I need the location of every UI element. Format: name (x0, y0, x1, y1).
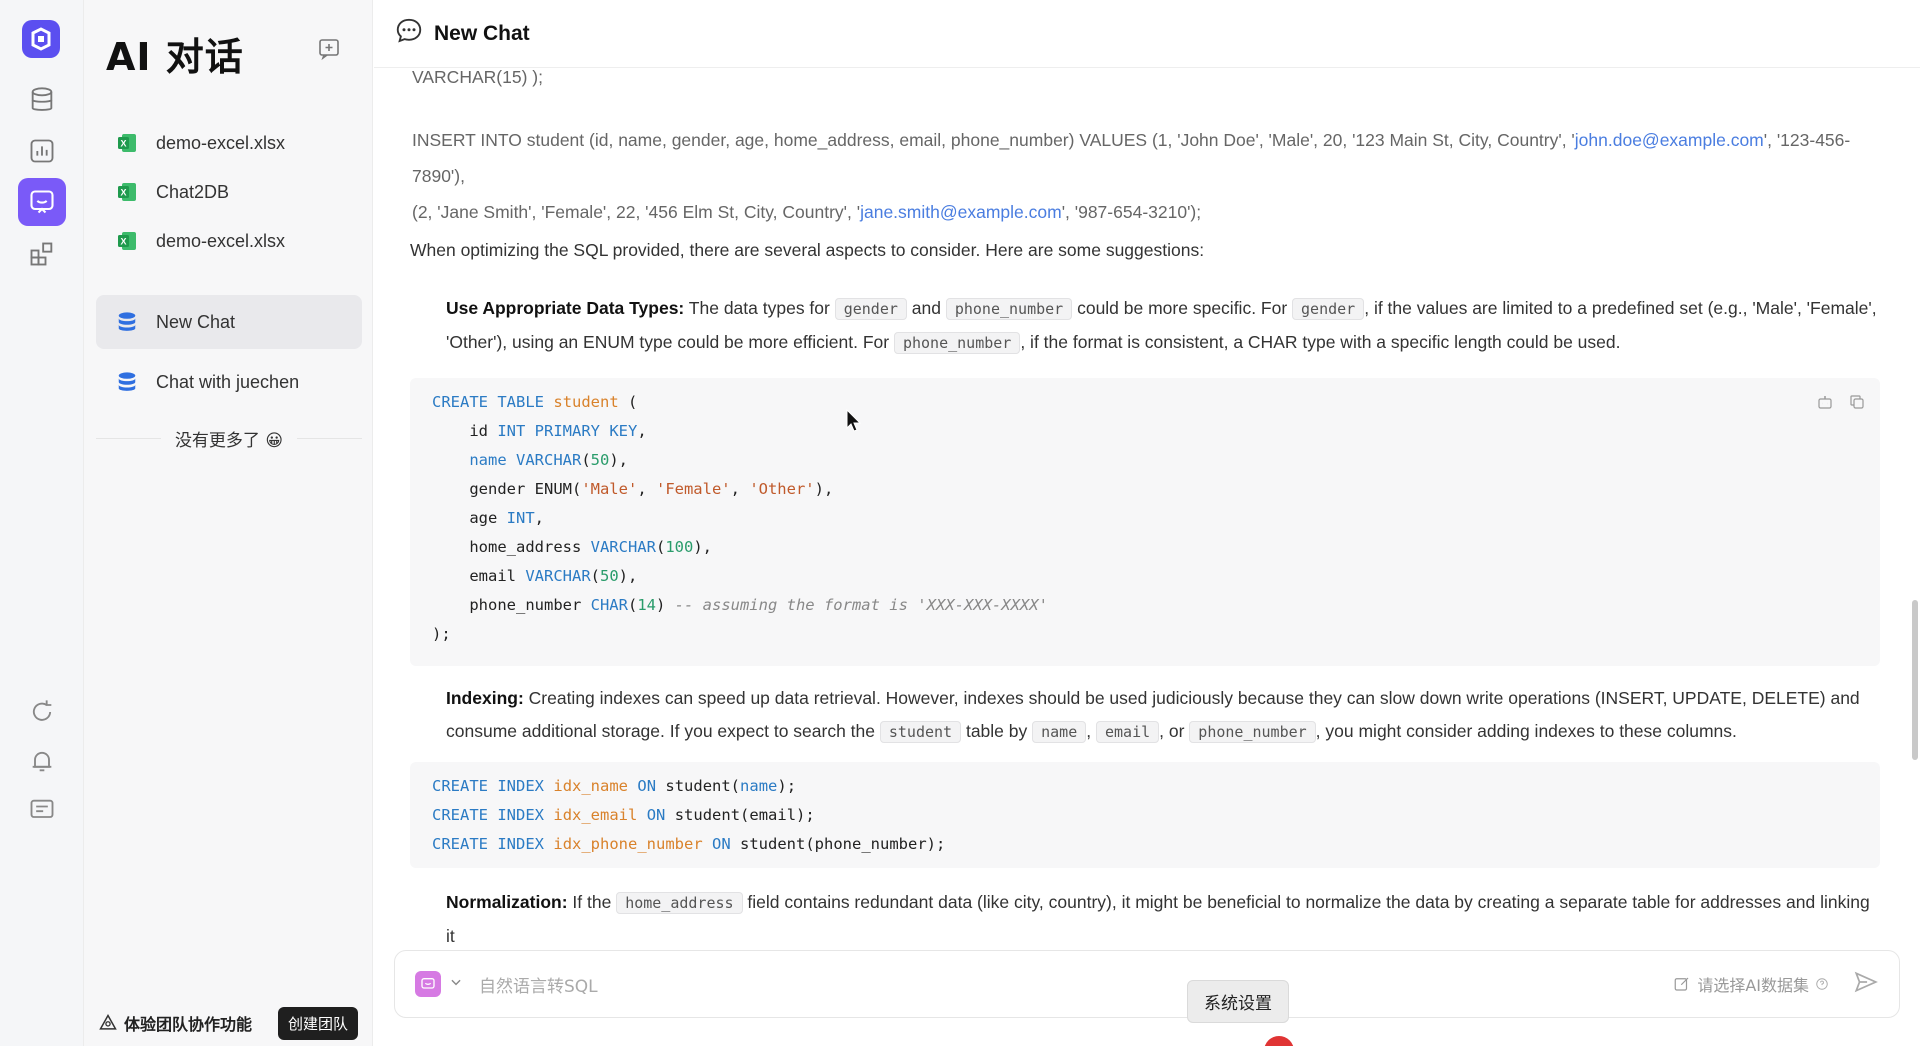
suggestion-title: Use Appropriate Data Types: (446, 298, 685, 318)
chat-input[interactable]: 自然语言转SQL (479, 972, 598, 997)
excel-icon: X (114, 179, 140, 205)
inline-code: name (1032, 721, 1087, 743)
excel-icon: X (114, 228, 140, 254)
datasource-label: 请选择AI数据集 (1697, 976, 1809, 995)
chart-icon[interactable] (18, 127, 66, 175)
feedback-icon[interactable] (18, 786, 66, 834)
email-link-1[interactable]: john.doe@example.com (1575, 130, 1764, 150)
insert-text: INSERT INTO student (id, name, gender, a… (412, 130, 1575, 150)
inline-code: phone_number (1189, 721, 1316, 743)
excel-icon: X (114, 130, 140, 156)
inline-code: gender (834, 298, 907, 320)
chat-header: New Chat (374, 0, 1920, 68)
email-link-2[interactable]: jane.smith@example.com (860, 202, 1062, 222)
sidebar-item-chat-with-juechen[interactable]: Chat with juechen (96, 355, 362, 409)
settings-button[interactable] (1264, 1036, 1294, 1046)
text: , you might consider adding indexes to t… (1315, 721, 1737, 741)
chat-bubble-icon (394, 16, 424, 51)
text: could be more specific. For (1072, 298, 1293, 318)
svg-text:X: X (120, 188, 126, 198)
database-icon (114, 369, 140, 395)
chat-title: New Chat (434, 21, 530, 45)
send-icon[interactable] (1853, 969, 1879, 1000)
create-team-button[interactable]: 创建团队 (278, 1006, 359, 1040)
chat-sidebar: AI 对话 X demo-excel.xlsx X Chat2DB X demo… (84, 0, 373, 1046)
inline-code: student (879, 721, 962, 743)
no-more-text: 没有更多了 😀 (174, 431, 284, 451)
chevron-down-icon[interactable] (449, 975, 463, 994)
no-more-divider: 没有更多了 😀 (96, 426, 363, 451)
code-block-create-table: CREATE TABLE student ( id INT PRIMARY KE… (410, 378, 1880, 666)
help-icon (1816, 978, 1828, 990)
suggestion-data-types: Use Appropriate Data Types: The data typ… (410, 292, 1880, 360)
copy-icon[interactable] (1848, 392, 1866, 421)
mouse-cursor-icon (846, 409, 862, 432)
sidebar-item-label: Chat with juechen (156, 371, 300, 392)
text: table by (961, 721, 1033, 741)
text: , or (1159, 721, 1190, 741)
inline-code: home_address (616, 892, 743, 914)
svg-text:X: X (120, 237, 126, 247)
code-block-create-index: CREATE INDEX idx_name ON student(name); … (410, 762, 1880, 868)
message-content: VARCHAR(15) ); INSERT INTO student (id, … (410, 66, 1880, 946)
inline-code: gender (1292, 298, 1365, 320)
datasource-selector[interactable]: 请选择AI数据集 (1673, 972, 1829, 996)
insert-text: ', '987-654-3210'); (1061, 202, 1202, 222)
chat-main: New Chat VARCHAR(15) ); INSERT INTO stud… (374, 0, 1920, 1046)
text: The data types for (684, 298, 835, 318)
code-tools (1816, 392, 1866, 421)
sidebar-item-demo-excel-2[interactable]: X demo-excel.xlsx (96, 214, 362, 268)
team-collab-link[interactable]: 体验团队协作功能 (98, 1011, 252, 1035)
sidebar-item-demo-excel-1[interactable]: X demo-excel.xlsx (96, 116, 362, 170)
grid-icon[interactable] (18, 230, 66, 278)
new-chat-icon[interactable] (314, 34, 344, 64)
team-label: 体验团队协作功能 (124, 1015, 253, 1034)
insert-text: (2, 'Jane Smith', 'Female', 22, '456 Elm… (412, 202, 861, 222)
suggestion-normalization: Normalization: If the home_address field… (410, 886, 1880, 946)
sidebar-title: AI 对话 (106, 35, 244, 79)
insert-statement: INSERT INTO student (id, name, gender, a… (412, 122, 1880, 230)
settings-tooltip: 系统设置 (1187, 980, 1289, 1023)
suggestion-title: Normalization: (446, 892, 568, 912)
suggestion-indexing: Indexing: Creating indexes can speed up … (410, 682, 1880, 749)
sidebar-item-label: demo-excel.xlsx (156, 132, 286, 153)
sidebar-item-label: New Chat (156, 311, 236, 332)
text: If the (567, 892, 617, 912)
text: and (906, 298, 946, 318)
run-icon[interactable] (1816, 392, 1834, 421)
suggestion-title: Indexing: (446, 688, 524, 708)
inline-code: email (1095, 721, 1160, 743)
inline-code: phone_number (893, 332, 1021, 354)
chat-input-bar: 自然语言转SQL 请选择AI数据集 (394, 950, 1900, 1018)
bell-icon[interactable] (18, 737, 66, 785)
content-scrollbar[interactable] (1912, 600, 1918, 760)
text: , if the format is consistent, a CHAR ty… (1020, 332, 1621, 352)
team-icon (99, 1013, 117, 1030)
database-icon (114, 309, 140, 335)
sidebar-item-new-chat[interactable]: New Chat (96, 295, 362, 349)
sql-tail: VARCHAR(15) ); (412, 67, 543, 87)
sidebar-item-label: demo-excel.xlsx (156, 230, 286, 251)
mode-selector-icon[interactable] (415, 971, 441, 997)
svg-text:X: X (120, 139, 126, 149)
chat-icon[interactable] (18, 178, 66, 226)
edit-icon (1674, 977, 1689, 991)
intro-paragraph: When optimizing the SQL provided, there … (410, 240, 1205, 260)
left-rail (0, 0, 84, 1046)
inline-code: phone_number (945, 298, 1073, 320)
sidebar-item-chat2db[interactable]: X Chat2DB (96, 165, 362, 219)
sidebar-item-label: Chat2DB (156, 181, 230, 202)
team-bar: 体验团队协作功能 创建团队 (84, 1000, 373, 1046)
logo-icon[interactable] (22, 20, 60, 58)
database-icon[interactable] (18, 76, 66, 124)
refresh-icon[interactable] (18, 688, 66, 736)
text: , (1086, 721, 1096, 741)
